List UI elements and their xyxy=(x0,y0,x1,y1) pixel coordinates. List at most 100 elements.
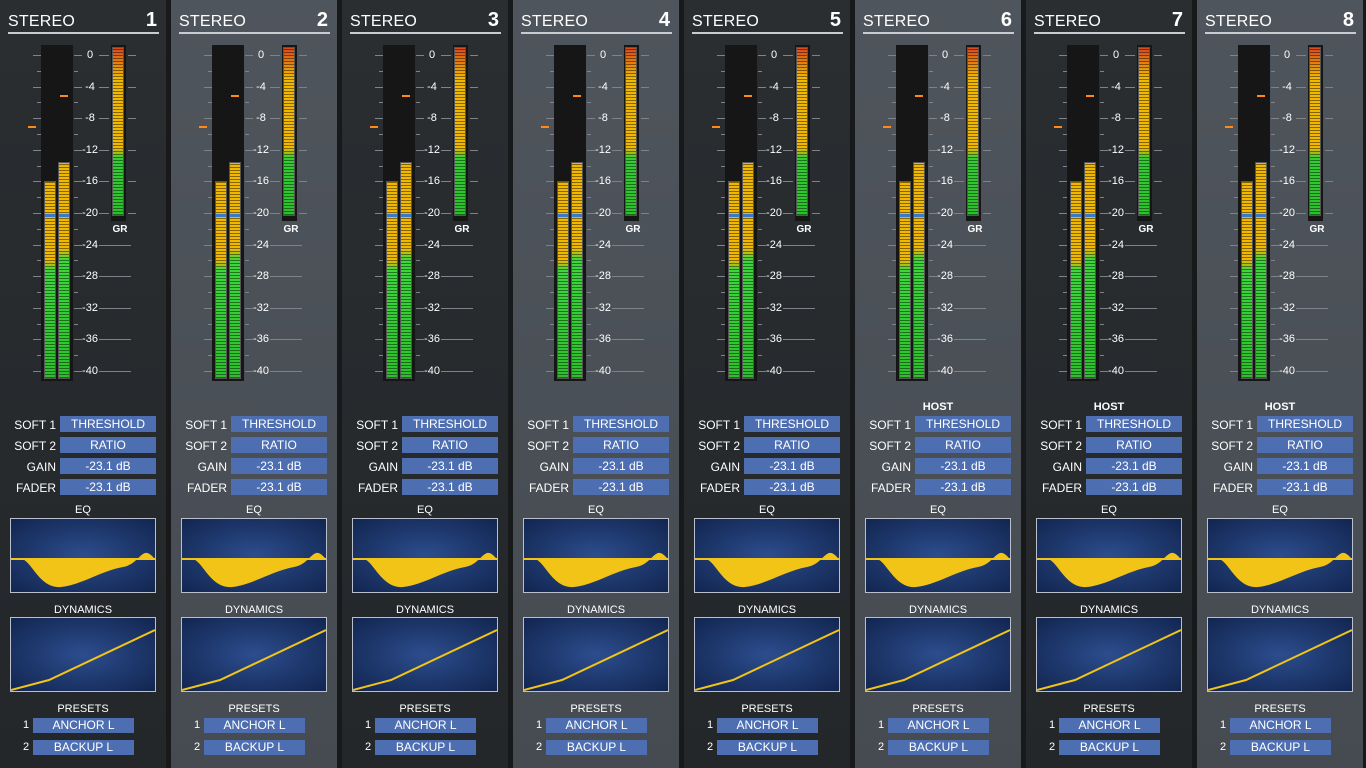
preset-button-backup[interactable]: BACKUP L xyxy=(717,740,818,755)
scale-tick xyxy=(245,165,249,167)
fader-value-button[interactable]: -23.1 dB xyxy=(231,479,327,495)
eq-graph[interactable] xyxy=(523,518,669,593)
preset-button-anchor[interactable]: ANCHOR L xyxy=(375,718,476,733)
soft1-value-button[interactable]: THRESHOLD xyxy=(1257,416,1353,432)
soft2-value-button[interactable]: RATIO xyxy=(915,437,1011,453)
soft2-value-button[interactable]: RATIO xyxy=(231,437,327,453)
eq-graph[interactable] xyxy=(10,518,156,593)
channel-strip-4: STEREO 4 0 -4 -8 -12 -16 -20 -24 -28 -32 -36 -40 GR SO… xyxy=(513,0,679,768)
preset-button-backup[interactable]: BACKUP L xyxy=(375,740,476,755)
soft1-value-button[interactable]: THRESHOLD xyxy=(60,416,156,432)
scale-tick xyxy=(1230,55,1238,56)
gain-value-button[interactable]: -23.1 dB xyxy=(744,458,840,474)
dynamics-graph[interactable] xyxy=(352,617,498,692)
fader-value-button[interactable]: -23.1 dB xyxy=(744,479,840,495)
soft1-value-button[interactable]: THRESHOLD xyxy=(744,416,840,432)
meter-reference-marker xyxy=(914,214,924,217)
soft2-value-button[interactable]: RATIO xyxy=(573,437,669,453)
gain-value-button[interactable]: -23.1 dB xyxy=(60,458,156,474)
soft2-value-button[interactable]: RATIO xyxy=(744,437,840,453)
gain-value-button[interactable]: -23.1 dB xyxy=(1086,458,1182,474)
gain-reduction-meter xyxy=(282,45,297,221)
gain-value-button[interactable]: -23.1 dB xyxy=(1257,458,1353,474)
preset-button-anchor[interactable]: ANCHOR L xyxy=(204,718,305,733)
scale-tick xyxy=(1100,228,1104,230)
soft1-value-button[interactable]: THRESHOLD xyxy=(231,416,327,432)
scale-tick xyxy=(204,213,212,214)
eq-graph[interactable] xyxy=(181,518,327,593)
soft2-value-button[interactable]: RATIO xyxy=(1257,437,1353,453)
scale-tick xyxy=(717,55,725,56)
meter-reference-marker xyxy=(230,214,240,217)
preset-button-backup[interactable]: BACKUP L xyxy=(546,740,647,755)
gain-reduction-label: GR xyxy=(283,224,299,235)
soft2-value-button[interactable]: RATIO xyxy=(1086,437,1182,453)
preset-button-anchor[interactable]: ANCHOR L xyxy=(33,718,134,733)
scale-tick xyxy=(74,165,78,167)
scale-tick xyxy=(416,102,420,104)
scale-tick xyxy=(641,213,649,214)
scale-tick xyxy=(1125,307,1157,309)
scale-tick xyxy=(1063,102,1067,104)
preset-button-backup[interactable]: BACKUP L xyxy=(888,740,989,755)
dynamics-graph[interactable] xyxy=(1207,617,1353,692)
scale-tick xyxy=(1271,165,1275,167)
soft2-value-button[interactable]: RATIO xyxy=(402,437,498,453)
meter-bar-right xyxy=(913,161,925,379)
soft1-value-button[interactable]: THRESHOLD xyxy=(573,416,669,432)
fader-value-button[interactable]: -23.1 dB xyxy=(1257,479,1353,495)
soft2-value-button[interactable]: RATIO xyxy=(60,437,156,453)
fader-value-button[interactable]: -23.1 dB xyxy=(1086,479,1182,495)
scale-tick xyxy=(888,339,896,341)
preset-button-anchor[interactable]: ANCHOR L xyxy=(1059,718,1160,733)
fader-value-button[interactable]: -23.1 dB xyxy=(60,479,156,495)
scale-tick xyxy=(33,86,41,88)
scale-tick xyxy=(99,55,109,56)
level-meter xyxy=(725,45,757,381)
scale-tick xyxy=(587,197,591,199)
scale-tick xyxy=(929,260,933,262)
scale-tick xyxy=(612,276,644,278)
fader-value-button[interactable]: -23.1 dB xyxy=(402,479,498,495)
eq-graph[interactable] xyxy=(1207,518,1353,593)
scale-tick xyxy=(74,355,78,357)
scale-tick xyxy=(37,165,41,167)
scale-tick xyxy=(1325,118,1333,120)
scale-tick xyxy=(758,228,762,230)
scale-tick xyxy=(33,339,41,341)
eq-graph[interactable] xyxy=(865,518,1011,593)
gain-reduction-label: GR xyxy=(112,224,128,235)
preset-button-anchor[interactable]: ANCHOR L xyxy=(717,718,818,733)
dynamics-graph[interactable] xyxy=(694,617,840,692)
preset-button-backup[interactable]: BACKUP L xyxy=(33,740,134,755)
preset-button-backup[interactable]: BACKUP L xyxy=(204,740,305,755)
preset-button-anchor[interactable]: ANCHOR L xyxy=(546,718,647,733)
fader-value-button[interactable]: -23.1 dB xyxy=(573,479,669,495)
soft1-value-button[interactable]: THRESHOLD xyxy=(402,416,498,432)
peak-hold-indicator xyxy=(231,94,239,97)
gain-value-button[interactable]: -23.1 dB xyxy=(402,458,498,474)
preset-button-backup[interactable]: BACKUP L xyxy=(1059,740,1160,755)
soft1-value-button[interactable]: THRESHOLD xyxy=(1086,416,1182,432)
gain-value-button[interactable]: -23.1 dB xyxy=(231,458,327,474)
eq-graph[interactable] xyxy=(352,518,498,593)
eq-graph[interactable] xyxy=(1036,518,1182,593)
eq-graph[interactable] xyxy=(694,518,840,593)
channel-strip-1: STEREO 1 0 -4 -8 -12 -16 -20 -24 -28 -32 -36 -40 GR SO… xyxy=(0,0,166,768)
scale-tick xyxy=(1296,181,1306,183)
channel-header: STEREO 1 xyxy=(8,8,159,34)
gain-value-button[interactable]: -23.1 dB xyxy=(915,458,1011,474)
dynamics-graph[interactable] xyxy=(10,617,156,692)
preset-button-anchor[interactable]: ANCHOR L xyxy=(1230,718,1331,733)
scale-tick xyxy=(1125,149,1135,151)
scale-tick xyxy=(1271,323,1275,325)
dynamics-graph[interactable] xyxy=(1036,617,1182,692)
fader-value-button[interactable]: -23.1 dB xyxy=(915,479,1011,495)
dynamics-graph[interactable] xyxy=(181,617,327,692)
preset-button-backup[interactable]: BACKUP L xyxy=(1230,740,1331,755)
preset-button-anchor[interactable]: ANCHOR L xyxy=(888,718,989,733)
soft1-value-button[interactable]: THRESHOLD xyxy=(915,416,1011,432)
dynamics-graph[interactable] xyxy=(865,617,1011,692)
dynamics-graph[interactable] xyxy=(523,617,669,692)
gain-value-button[interactable]: -23.1 dB xyxy=(573,458,669,474)
